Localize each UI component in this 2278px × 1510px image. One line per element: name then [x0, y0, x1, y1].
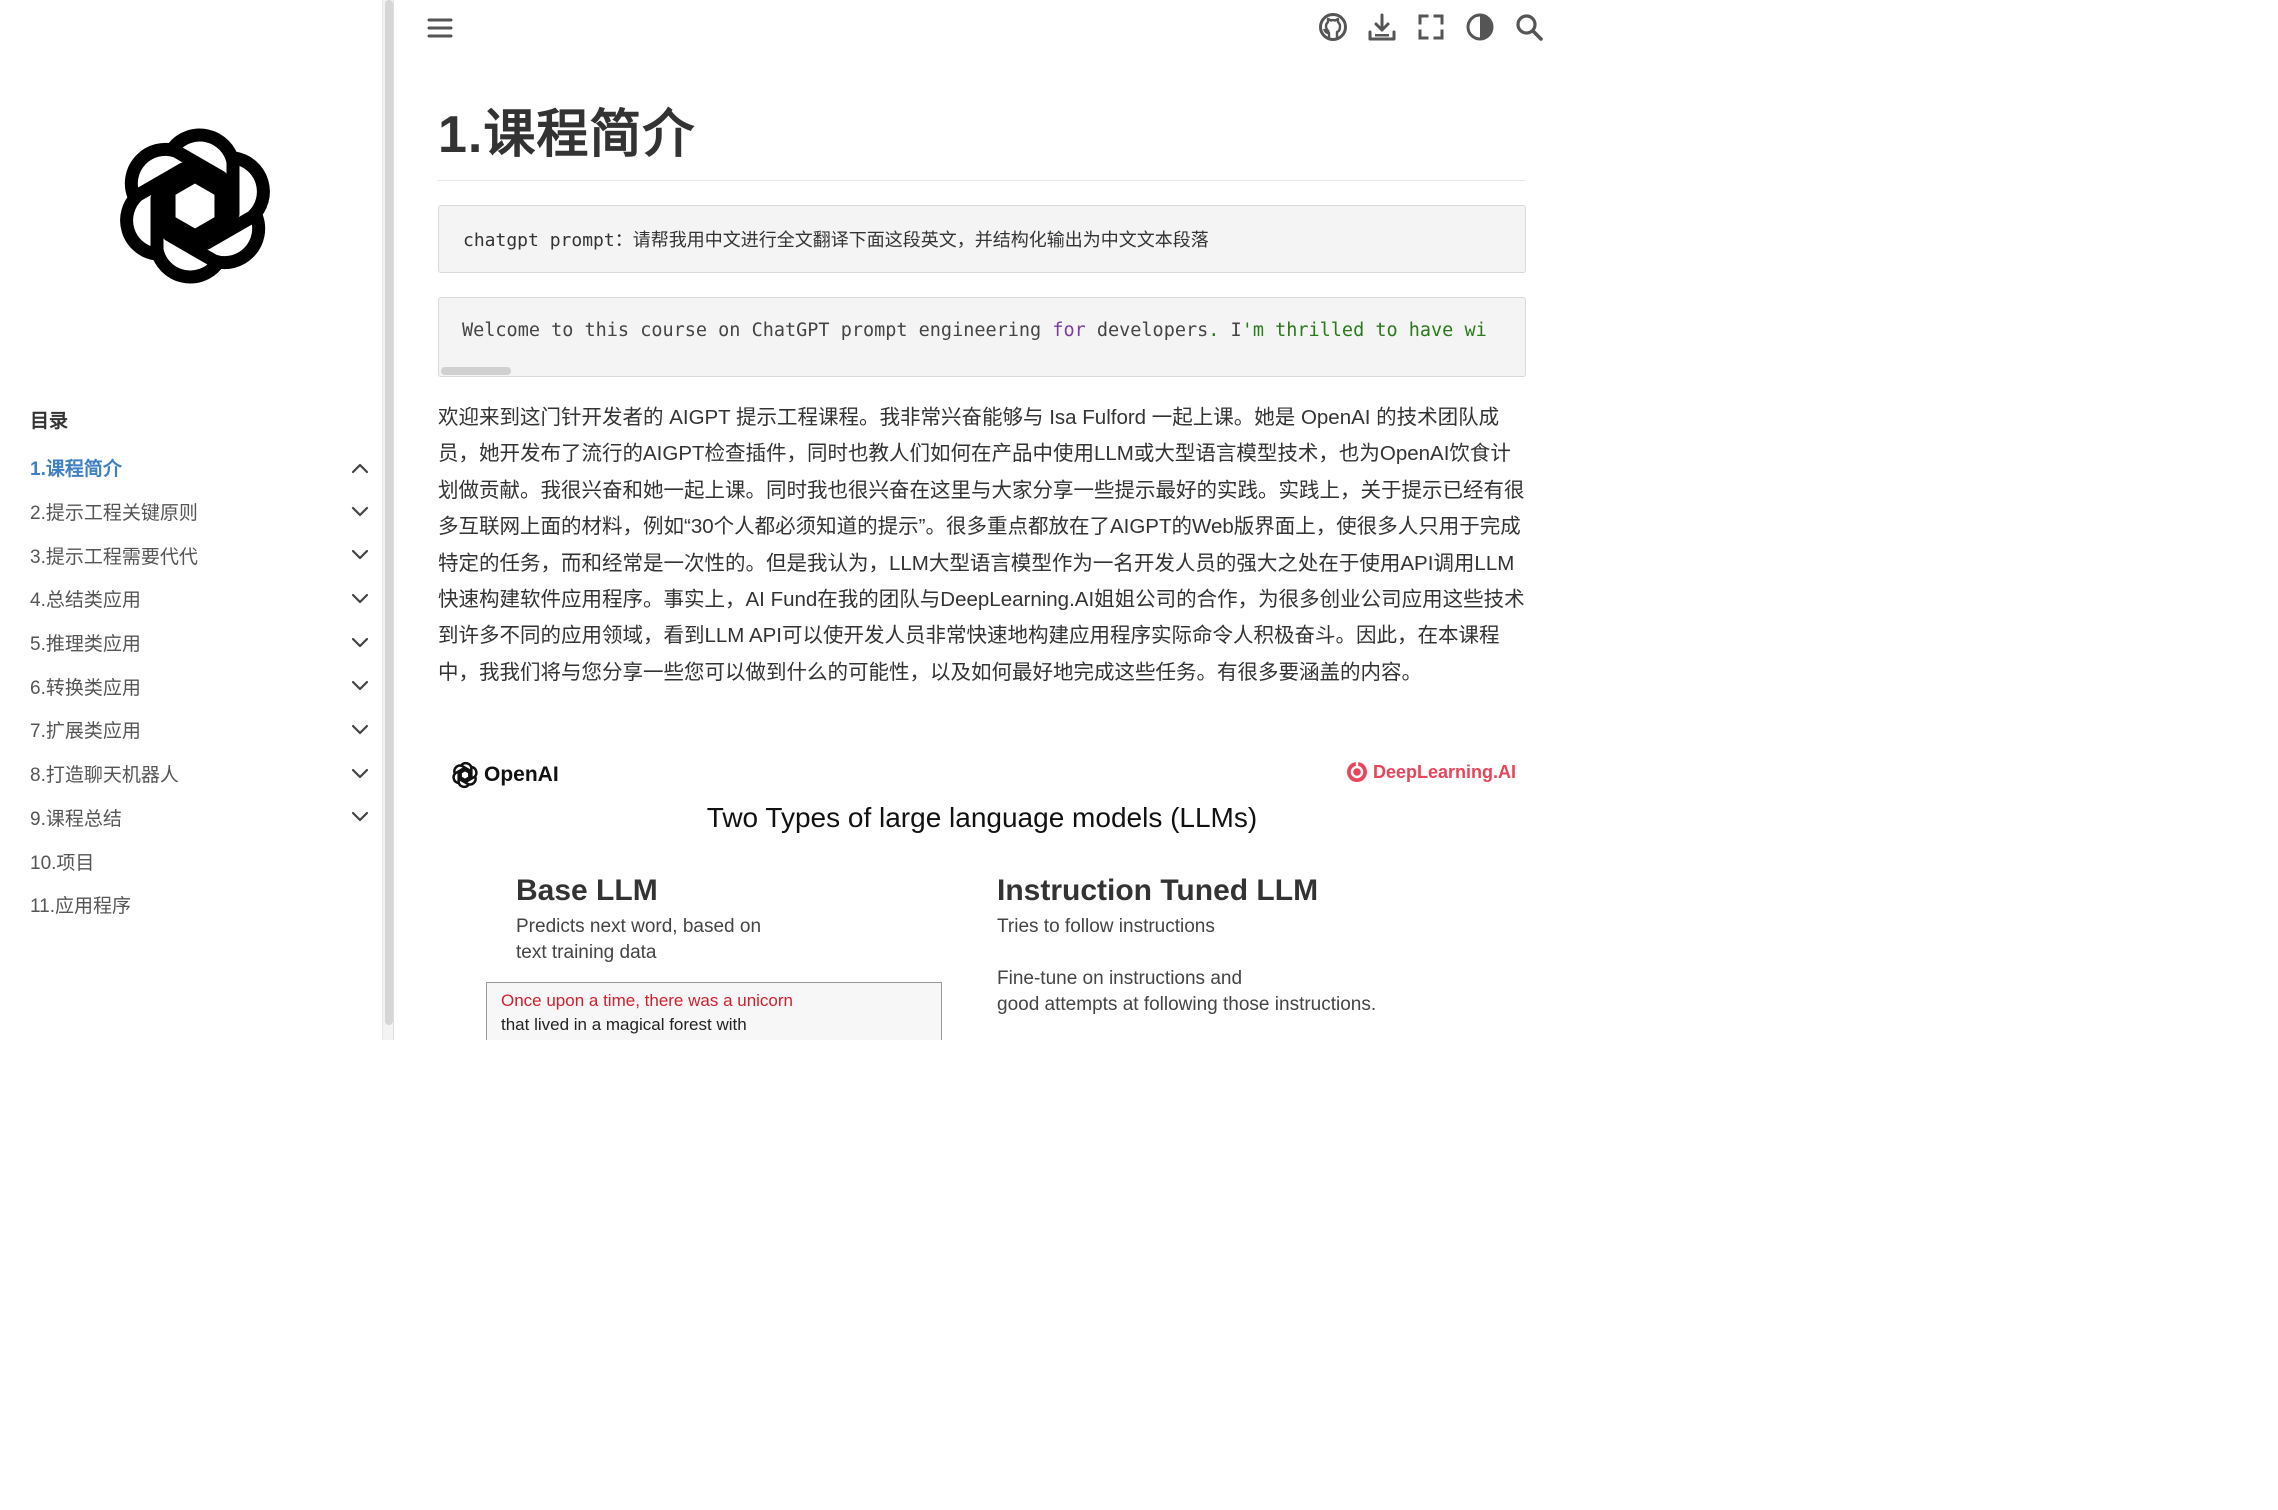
example-prompt-text: Once upon a time, there was a unicorn — [501, 991, 793, 1010]
toc-item-label: 6.转换类应用 — [30, 677, 141, 699]
toc-item-label: 3.提示工程需要代代 — [30, 546, 198, 568]
chevron-down-icon[interactable] — [348, 674, 372, 698]
toc-item[interactable]: 9.课程总结 — [30, 796, 380, 840]
page-title: 1.课程简介 — [438, 106, 696, 164]
fullscreen-icon[interactable] — [1415, 11, 1446, 42]
instruction-llm-desc: Tries to follow instructions Fine-tune o… — [997, 914, 1376, 1018]
chevron-down-icon[interactable] — [348, 805, 372, 829]
openai-label: OpenAI — [484, 763, 559, 786]
slide-deeplearning-logo: DeepLearning.AI — [1345, 760, 1516, 784]
theme-toggle-icon[interactable] — [1464, 11, 1495, 42]
toc-item[interactable]: 10.项目 — [30, 839, 380, 883]
source-code-line: Welcome to this course on ChatGPT prompt… — [462, 320, 1487, 341]
toc-item-label: 4.总结类应用 — [30, 590, 141, 612]
llm-types-slide: OpenAI DeepLearning.AI Two Types of larg… — [438, 742, 1526, 1040]
slide-openai-logo: OpenAI — [450, 760, 559, 790]
toc-item-label: 1.课程简介 — [30, 459, 122, 481]
example-completion-text: that lived in a magical forest with — [501, 1015, 747, 1034]
topbar — [394, 0, 1564, 56]
deeplearning-label: DeepLearning.AI — [1372, 761, 1516, 782]
code-text: Welcome to this course on ChatGPT prompt… — [462, 320, 1053, 341]
base-llm-example-box: Once upon a time, there was a unicorn th… — [486, 982, 942, 1040]
base-llm-desc-line: Predicts next word, based on — [516, 916, 762, 937]
toc-item[interactable]: 11.应用程序 — [30, 883, 380, 927]
prompt-code-text: chatgpt prompt：请帮我用中文进行全文翻译下面这段英文，并结构化输出… — [463, 230, 1209, 251]
instruction-llm-title: Instruction Tuned LLM — [997, 874, 1319, 907]
sidebar-scrollbar[interactable] — [382, 0, 394, 1040]
toc-item[interactable]: 3.提示工程需要代代 — [30, 533, 380, 577]
toc-item-label: 7.扩展类应用 — [30, 721, 141, 743]
source-code-block: Welcome to this course on ChatGPT prompt… — [438, 297, 1526, 377]
openai-logo-icon — [105, 116, 285, 296]
chevron-down-icon[interactable] — [348, 543, 372, 567]
toc-heading: 目录 — [30, 411, 69, 432]
download-icon[interactable] — [1366, 11, 1397, 42]
toc-item[interactable]: 4.总结类应用 — [30, 577, 380, 621]
code-keyword: for — [1052, 320, 1086, 341]
base-llm-title: Base LLM — [516, 874, 658, 907]
code-punct: . — [1208, 320, 1220, 341]
github-icon[interactable] — [1317, 11, 1348, 42]
toc-item[interactable]: 5.推理类应用 — [30, 621, 380, 665]
toc-item[interactable]: 7.扩展类应用 — [30, 708, 380, 752]
sidebar-scrollbar-thumb[interactable] — [385, 0, 393, 1025]
base-llm-desc-line: text training data — [516, 942, 657, 963]
main-content: 1.课程简介 chatgpt prompt：请帮我用中文进行全文翻译下面这段英文… — [394, 0, 1564, 1040]
instruction-llm-desc-line: good attempts at following those instruc… — [997, 994, 1377, 1015]
openai-small-icon — [452, 761, 478, 789]
code-text: I — [1219, 320, 1242, 341]
search-icon[interactable] — [1513, 11, 1544, 42]
toc-item-label: 2.提示工程关键原则 — [30, 503, 198, 525]
code-scrollbar-thumb[interactable] — [441, 367, 511, 375]
sidebar: 目录 1.课程简介 2.提示工程关键原则 3.提示工程需要代代 4.总结类应用 5.推理… — [0, 0, 382, 1040]
toc-item[interactable]: 6.转换类应用 — [30, 664, 380, 708]
instruction-llm-desc-line: Fine-tune on instructions and — [997, 968, 1243, 989]
toc-item-label: 10.项目 — [30, 852, 95, 874]
deeplearning-icon — [1346, 762, 1367, 782]
chevron-up-icon[interactable] — [348, 456, 372, 480]
chevron-down-icon[interactable] — [348, 762, 372, 786]
toc-item-label: 9.课程总结 — [30, 808, 122, 830]
menu-icon[interactable] — [426, 14, 454, 42]
slide-title: Two Types of large language models (LLMs… — [706, 802, 1258, 833]
chevron-down-icon[interactable] — [348, 587, 372, 611]
chevron-down-icon[interactable] — [348, 500, 372, 524]
instruction-llm-desc-line: Tries to follow instructions — [997, 916, 1215, 937]
toc-item[interactable]: 2.提示工程关键原则 — [30, 490, 380, 534]
title-divider — [438, 180, 1526, 181]
toc-item-label: 5.推理类应用 — [30, 634, 141, 656]
toc-list: 1.课程简介 2.提示工程关键原则 3.提示工程需要代代 4.总结类应用 5.推理类应用… — [30, 446, 380, 927]
toc-item[interactable]: 8.打造聊天机器人 — [30, 752, 380, 796]
code-string: 'm thrilled to have wi — [1241, 320, 1487, 341]
toc-item[interactable]: 1.课程简介 — [30, 446, 380, 490]
toc-item-label: 8.打造聊天机器人 — [30, 765, 179, 787]
chevron-down-icon[interactable] — [348, 631, 372, 655]
prompt-code-block: chatgpt prompt：请帮我用中文进行全文翻译下面这段英文，并结构化输出… — [438, 205, 1526, 273]
chevron-down-icon[interactable] — [348, 718, 372, 742]
base-llm-desc: Predicts next word, based on text traini… — [516, 914, 761, 966]
toc-item-label: 11.应用程序 — [30, 896, 132, 918]
intro-paragraph: 欢迎来到这门针开发者的 AIGPT 提示工程课程。我非常兴奋能够与 Isa Fu… — [438, 406, 1525, 684]
code-text: developers — [1085, 320, 1209, 341]
